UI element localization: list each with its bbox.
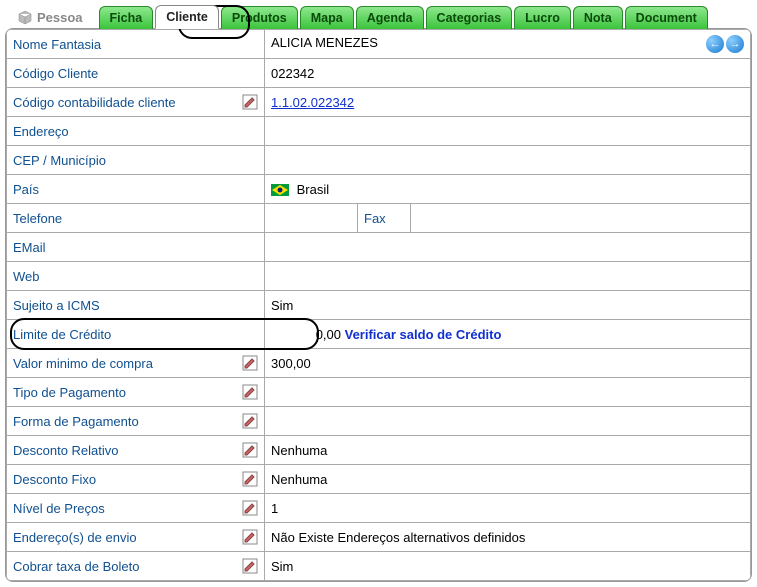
label-telefone: Telefone (7, 204, 265, 233)
value-pais: Brasil (265, 175, 751, 204)
tab-nota[interactable]: Nota (573, 6, 623, 29)
value-limite-credito: 0,00 Verificar saldo de Crédito (265, 320, 751, 349)
edit-icon[interactable] (242, 384, 258, 400)
tab-bar: Pessoa Ficha Cliente Produtos Mapa Agend… (15, 5, 752, 29)
cube-icon (17, 9, 33, 25)
label-desconto-fixo: Desconto Fixo (7, 465, 265, 494)
label-valor-minimo: Valor minimo de compra (7, 349, 265, 378)
label-sujeito-icms: Sujeito a ICMS (7, 291, 265, 320)
label-web: Web (7, 262, 265, 291)
prev-record-button[interactable]: ← (706, 35, 724, 53)
tab-ficha[interactable]: Ficha (99, 6, 154, 29)
value-desconto-fixo: Nenhuma (265, 465, 751, 494)
value-cep-municipio (265, 146, 751, 175)
label-cep-municipio: CEP / Município (7, 146, 265, 175)
label-nome-fantasia: Nome Fantasia (7, 30, 265, 59)
tab-document[interactable]: Document (625, 6, 708, 29)
label-fax: Fax (358, 204, 411, 233)
label-endereco: Endereço (7, 117, 265, 146)
label-codigo-cliente: Código Cliente (7, 59, 265, 88)
label-tipo-pagamento: Tipo de Pagamento (7, 378, 265, 407)
value-codigo-contab[interactable]: 1.1.02.022342 (265, 88, 751, 117)
edit-icon[interactable] (242, 442, 258, 458)
label-forma-pagamento: Forma de Pagamento (7, 407, 265, 436)
value-valor-minimo: 300,00 (265, 349, 751, 378)
module-label: Pessoa (15, 5, 91, 29)
value-codigo-cliente: 022342 (265, 59, 751, 88)
edit-icon[interactable] (242, 355, 258, 371)
label-email: EMail (7, 233, 265, 262)
value-endereco (265, 117, 751, 146)
value-email (265, 233, 751, 262)
value-sujeito-icms: Sim (265, 291, 751, 320)
tab-cliente[interactable]: Cliente (155, 5, 219, 29)
tab-categorias[interactable]: Categorias (426, 6, 513, 29)
client-form-table: Nome Fantasia ALICIA MENEZES ← → Código … (6, 29, 751, 581)
value-fax (411, 204, 751, 233)
label-codigo-contab: Código contabilidade cliente (7, 88, 265, 117)
label-cobrar-boleto: Cobrar taxa de Boleto (7, 552, 265, 581)
label-nivel-precos: Nível de Preços (7, 494, 265, 523)
tab-produtos[interactable]: Produtos (221, 6, 298, 29)
value-nome-fantasia: ALICIA MENEZES ← → (265, 30, 751, 59)
value-enderecos-envio: Não Existe Endereços alternativos defini… (265, 523, 751, 552)
edit-icon[interactable] (242, 94, 258, 110)
value-web (265, 262, 751, 291)
value-desconto-relativo: Nenhuma (265, 436, 751, 465)
edit-icon[interactable] (242, 471, 258, 487)
edit-icon[interactable] (242, 558, 258, 574)
next-record-button[interactable]: → (726, 35, 744, 53)
client-form-panel: Nome Fantasia ALICIA MENEZES ← → Código … (5, 28, 752, 582)
edit-icon[interactable] (242, 500, 258, 516)
label-desconto-relativo: Desconto Relativo (7, 436, 265, 465)
edit-icon[interactable] (242, 413, 258, 429)
value-tipo-pagamento (265, 378, 751, 407)
label-enderecos-envio: Endereço(s) de envio (7, 523, 265, 552)
label-pais: País (7, 175, 265, 204)
value-telefone (265, 204, 358, 233)
value-nivel-precos: 1 (265, 494, 751, 523)
module-label-text: Pessoa (37, 10, 83, 25)
tab-mapa[interactable]: Mapa (300, 6, 354, 29)
tab-agenda[interactable]: Agenda (356, 6, 424, 29)
edit-icon[interactable] (242, 529, 258, 545)
verify-credit-link[interactable]: Verificar saldo de Crédito (345, 327, 502, 342)
brazil-flag-icon (271, 184, 289, 196)
tab-lucro[interactable]: Lucro (514, 6, 571, 29)
label-limite-credito: Limite de Crédito (7, 320, 265, 349)
value-forma-pagamento (265, 407, 751, 436)
value-cobrar-boleto: Sim (265, 552, 751, 581)
